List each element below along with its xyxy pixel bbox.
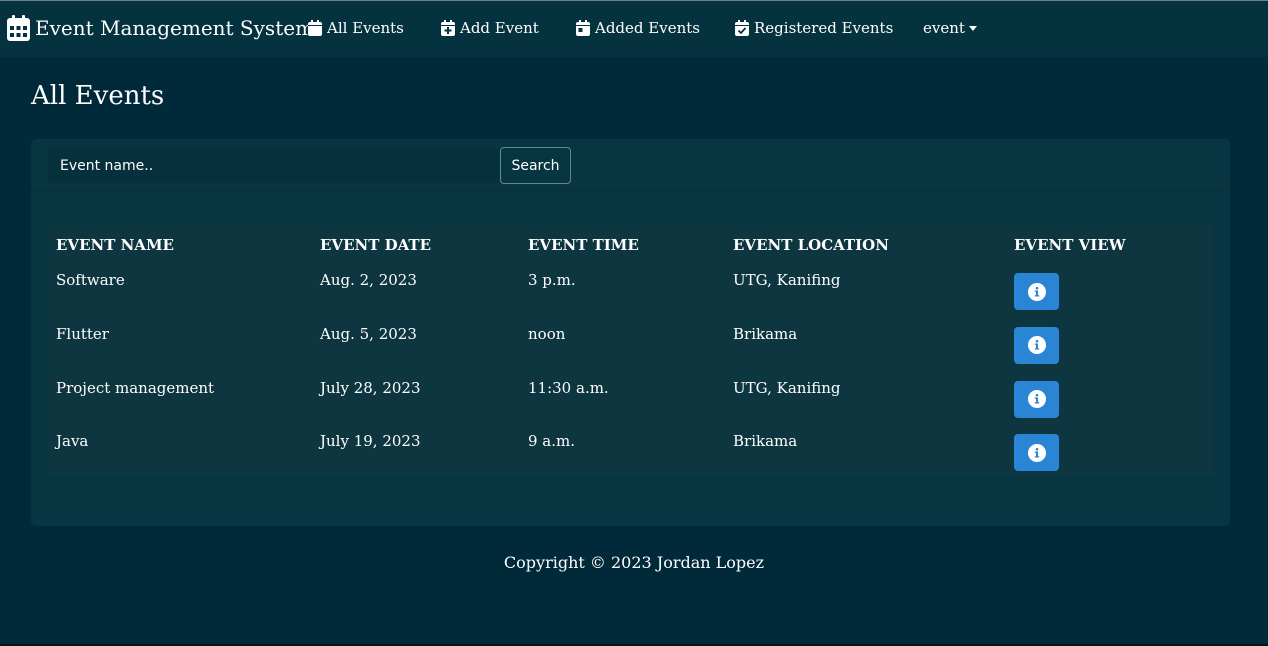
event-time: noon bbox=[528, 324, 566, 343]
brand-title: Event Management System bbox=[35, 16, 315, 40]
search-input[interactable] bbox=[47, 147, 500, 184]
event-time: 11:30 a.m. bbox=[528, 378, 609, 397]
info-icon bbox=[1027, 336, 1046, 355]
calendar-icon bbox=[308, 20, 322, 36]
calendar-plus-icon bbox=[441, 20, 455, 36]
view-event-button[interactable] bbox=[1014, 326, 1059, 364]
nav-all-events-label: All Events bbox=[327, 19, 404, 37]
view-event-button[interactable] bbox=[1014, 273, 1059, 310]
event-location-cell: UTG, Kanifing bbox=[725, 372, 1006, 426]
nav-registered-events[interactable]: Registered Events bbox=[735, 19, 893, 37]
table-row: Software Aug. 2, 2023 3 p.m. UTG, Kanifi… bbox=[48, 264, 1214, 318]
event-location: UTG, Kanifing bbox=[733, 378, 841, 397]
event-location-cell: Brikama bbox=[725, 425, 1006, 479]
column-header-event-name: EVENT NAME bbox=[56, 235, 174, 254]
nav-added-events-label: Added Events bbox=[595, 19, 700, 37]
calendar-icon bbox=[7, 15, 30, 41]
view-event-button[interactable] bbox=[1014, 380, 1059, 418]
event-time-cell: noon bbox=[520, 318, 725, 372]
table-row: Java July 19, 2023 9 a.m. Brikama bbox=[48, 425, 1214, 479]
event-name: Software bbox=[56, 271, 125, 289]
user-menu-dropdown[interactable]: event bbox=[923, 19, 977, 37]
event-time-cell: 11:30 a.m. bbox=[520, 372, 725, 426]
event-name: Project management bbox=[56, 378, 215, 397]
brand-link[interactable]: Event Management System bbox=[7, 15, 314, 41]
search-button[interactable]: Search bbox=[500, 147, 571, 184]
event-name-cell: Java bbox=[48, 425, 312, 479]
table-row: Project management July 28, 2023 11:30 a… bbox=[48, 372, 1214, 426]
event-view-cell bbox=[1006, 264, 1214, 318]
footer: Copyright © 2023 Jordan Lopez bbox=[0, 553, 1268, 572]
event-name-cell: Flutter bbox=[48, 318, 312, 372]
event-location-cell: UTG, Kanifing bbox=[725, 264, 1006, 318]
event-time: 3 p.m. bbox=[528, 271, 576, 289]
caret-down-icon bbox=[968, 26, 977, 31]
event-location: Brikama bbox=[733, 324, 798, 343]
event-date: July 19, 2023 bbox=[320, 432, 421, 451]
event-time-cell: 9 a.m. bbox=[520, 425, 725, 479]
event-location-cell: Brikama bbox=[725, 318, 1006, 372]
search-form: Search bbox=[31, 139, 1230, 192]
event-view-cell bbox=[1006, 425, 1214, 479]
column-header-event-view: EVENT VIEW bbox=[1014, 235, 1126, 254]
events-card: Search EVENT NAME EVENT DATE EVENT TIME … bbox=[31, 139, 1230, 526]
page-title: All Events bbox=[31, 81, 165, 111]
view-event-button[interactable] bbox=[1014, 434, 1059, 472]
info-icon bbox=[1027, 282, 1046, 301]
event-date-cell: July 28, 2023 bbox=[312, 372, 520, 426]
navbar: Event Management System All Events Add E… bbox=[0, 1, 1268, 57]
event-name-cell: Project management bbox=[48, 372, 312, 426]
event-date-cell: July 19, 2023 bbox=[312, 425, 520, 479]
app-window: Event Management System All Events Add E… bbox=[0, 0, 1268, 646]
event-date: Aug. 5, 2023 bbox=[320, 324, 417, 343]
column-header-event-time: EVENT TIME bbox=[528, 235, 639, 254]
column-header-event-location: EVENT LOCATION bbox=[733, 235, 889, 254]
event-time: 9 a.m. bbox=[528, 432, 576, 451]
event-date: Aug. 2, 2023 bbox=[320, 271, 417, 289]
nav-registered-events-label: Registered Events bbox=[754, 19, 894, 37]
event-date: July 28, 2023 bbox=[320, 378, 421, 397]
events-table: EVENT NAME EVENT DATE EVENT TIME EVENT L… bbox=[48, 225, 1214, 479]
nav-added-events[interactable]: Added Events bbox=[576, 19, 700, 37]
info-icon bbox=[1027, 443, 1046, 462]
nav-add-event-label: Add Event bbox=[460, 19, 539, 37]
event-location: UTG, Kanifing bbox=[733, 271, 841, 289]
column-header-event-date: EVENT DATE bbox=[320, 235, 432, 254]
event-name: Java bbox=[56, 432, 89, 451]
event-view-cell bbox=[1006, 318, 1214, 372]
event-date-cell: Aug. 5, 2023 bbox=[312, 318, 520, 372]
event-name-cell: Software bbox=[48, 264, 312, 318]
table-row: Flutter Aug. 5, 2023 noon Brikama bbox=[48, 318, 1214, 372]
event-view-cell bbox=[1006, 372, 1214, 426]
calendar-day-icon bbox=[576, 20, 590, 36]
nav-add-event[interactable]: Add Event bbox=[441, 19, 539, 37]
event-date-cell: Aug. 2, 2023 bbox=[312, 264, 520, 318]
nav-all-events[interactable]: All Events bbox=[308, 19, 404, 37]
event-name: Flutter bbox=[56, 324, 109, 343]
user-menu-label: event bbox=[923, 19, 965, 37]
events-table-container: EVENT NAME EVENT DATE EVENT TIME EVENT L… bbox=[48, 225, 1214, 475]
event-time-cell: 3 p.m. bbox=[520, 264, 725, 318]
calendar-check-icon bbox=[735, 20, 749, 36]
table-header-row: EVENT NAME EVENT DATE EVENT TIME EVENT L… bbox=[48, 225, 1214, 264]
event-location: Brikama bbox=[733, 432, 798, 451]
info-icon bbox=[1027, 390, 1046, 408]
copyright-text: Copyright © 2023 Jordan Lopez bbox=[503, 553, 765, 572]
